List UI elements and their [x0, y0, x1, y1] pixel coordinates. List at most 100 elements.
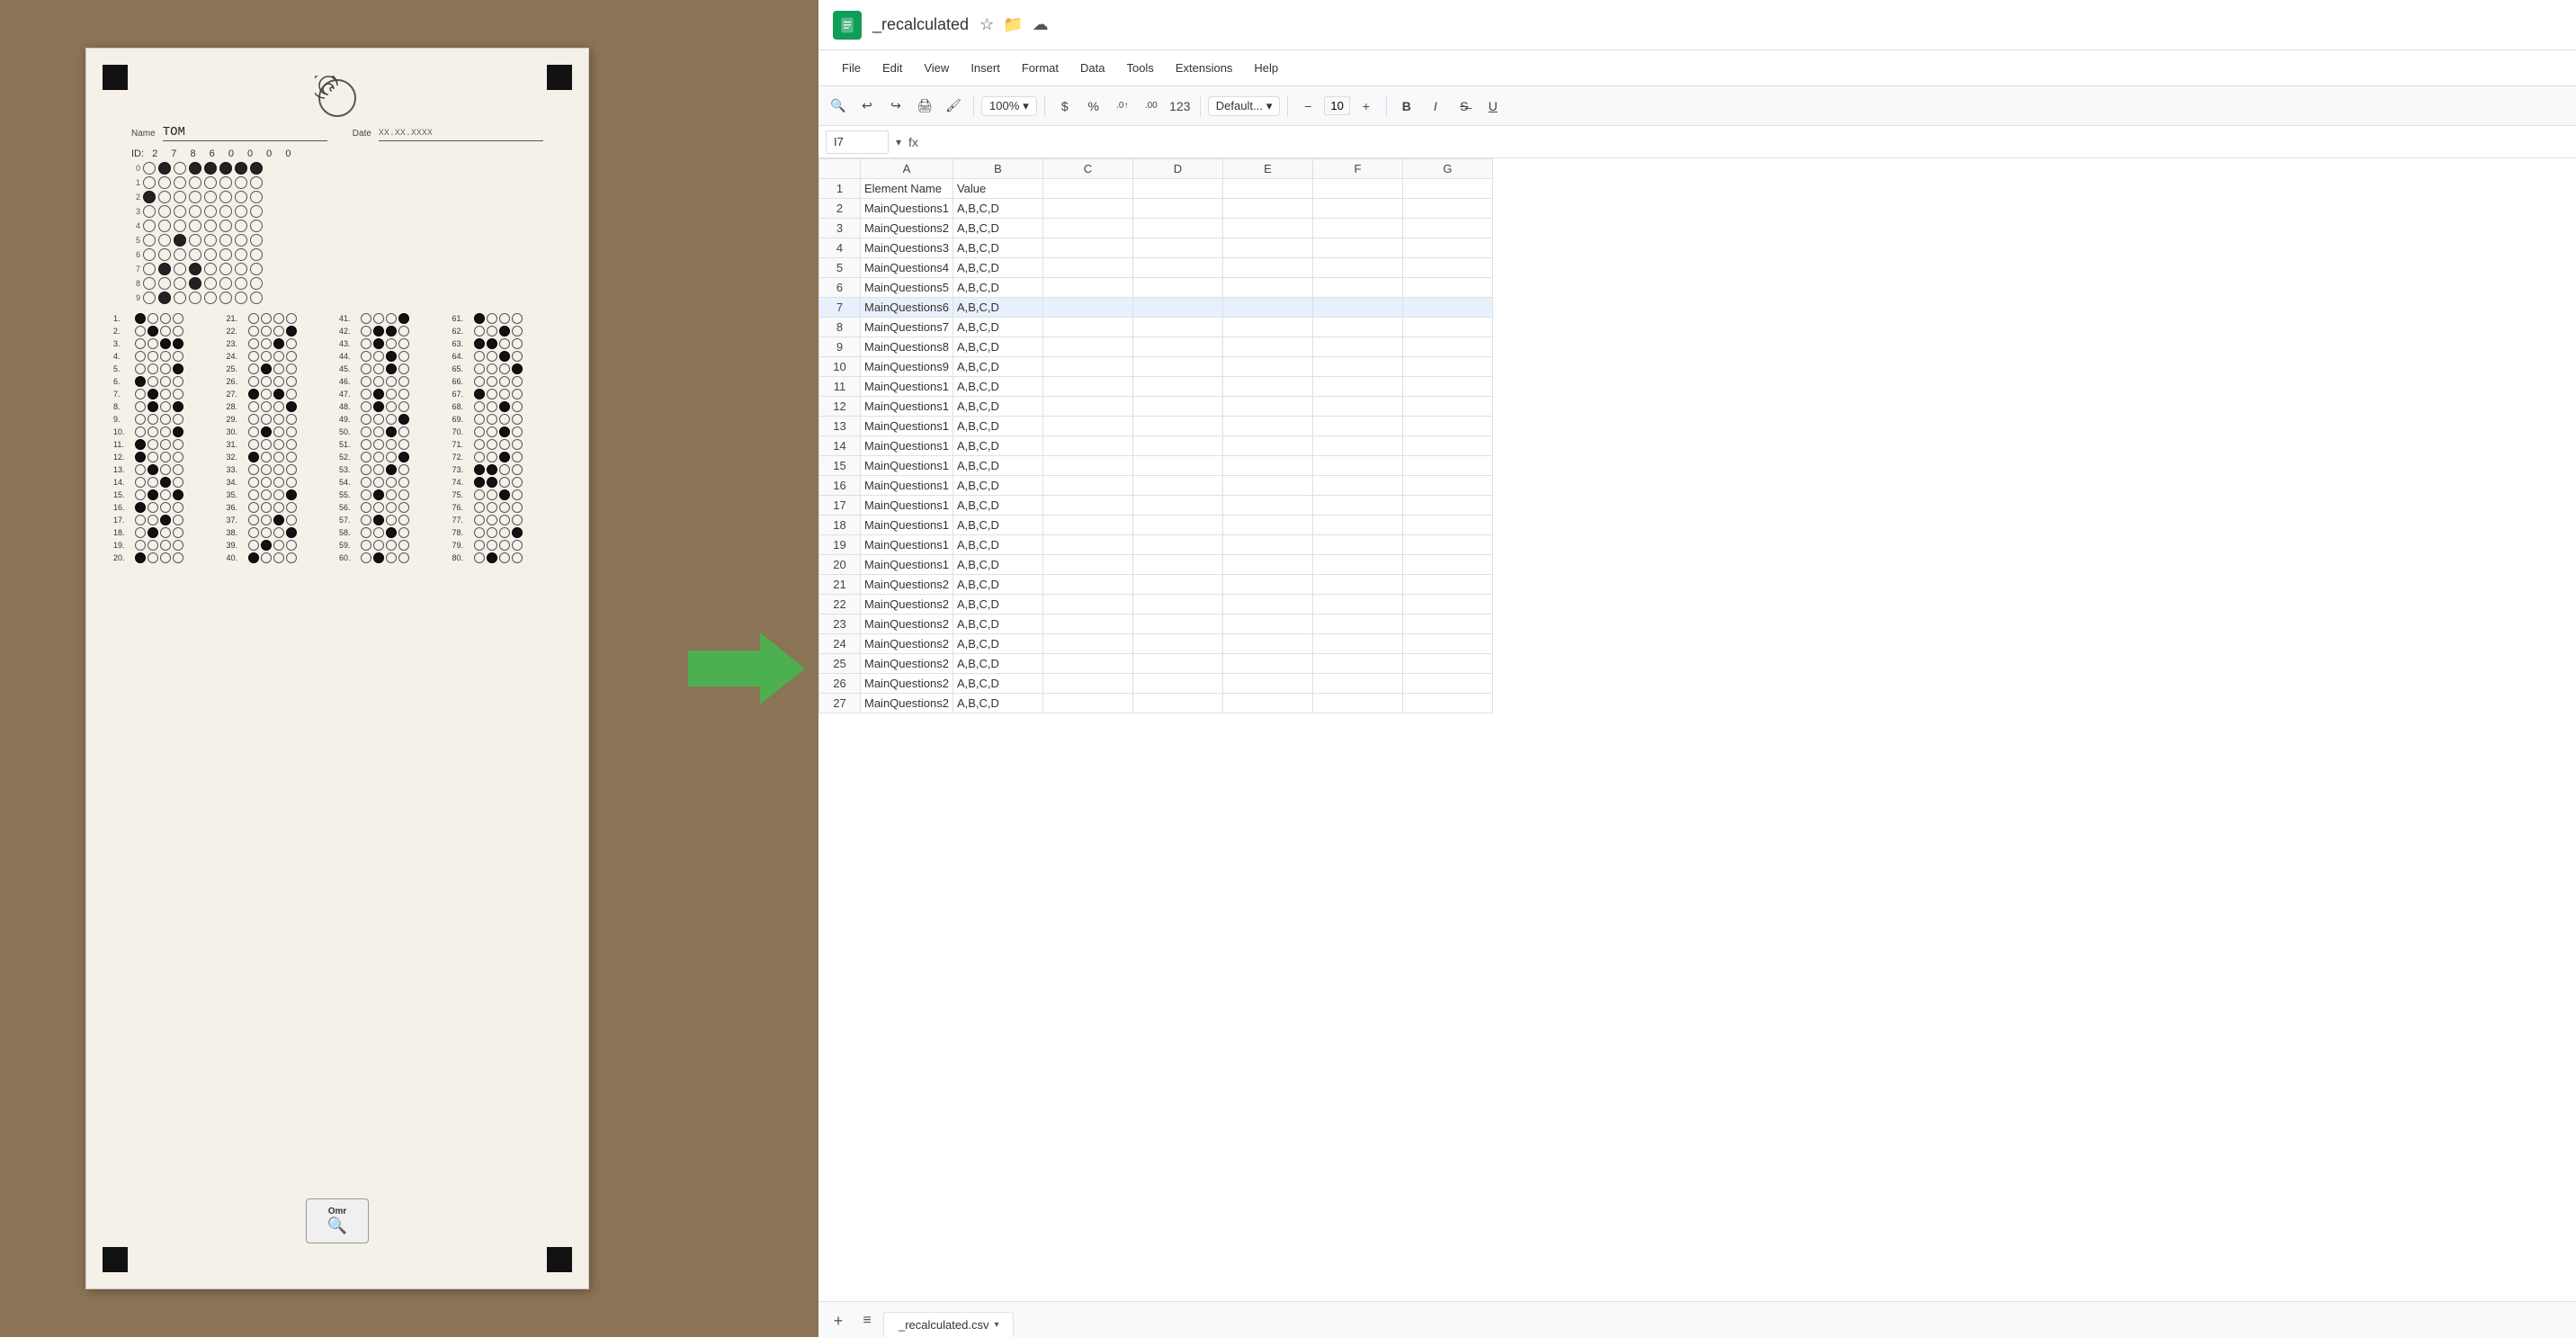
cell-f3[interactable]: [1312, 219, 1402, 238]
cell-d9[interactable]: [1132, 337, 1222, 357]
cloud-icon[interactable]: ☁: [1033, 15, 1049, 34]
cell-a7[interactable]: MainQuestions6: [861, 298, 953, 318]
cell-f6[interactable]: [1312, 278, 1402, 298]
cell-d18[interactable]: [1132, 516, 1222, 535]
cell-d22[interactable]: [1132, 595, 1222, 615]
folder-icon[interactable]: 📁: [1003, 15, 1023, 34]
cell-d1[interactable]: [1132, 179, 1222, 199]
cell-e2[interactable]: [1222, 199, 1312, 219]
cell-a27[interactable]: MainQuestions2: [861, 694, 953, 713]
cell-f9[interactable]: [1312, 337, 1402, 357]
cell-c13[interactable]: [1042, 417, 1132, 436]
row-header[interactable]: 20: [819, 555, 861, 575]
cell-c3[interactable]: [1042, 219, 1132, 238]
cell-e13[interactable]: [1222, 417, 1312, 436]
cell-c18[interactable]: [1042, 516, 1132, 535]
cell-g9[interactable]: [1402, 337, 1492, 357]
cell-e16[interactable]: [1222, 476, 1312, 496]
cell-b20[interactable]: A,B,C,D: [953, 555, 1042, 575]
cell-d6[interactable]: [1132, 278, 1222, 298]
col-header-f[interactable]: F: [1312, 159, 1402, 179]
cell-c6[interactable]: [1042, 278, 1132, 298]
cell-e12[interactable]: [1222, 397, 1312, 417]
cell-c5[interactable]: [1042, 258, 1132, 278]
cell-e27[interactable]: [1222, 694, 1312, 713]
cell-c11[interactable]: [1042, 377, 1132, 397]
cell-g7[interactable]: [1402, 298, 1492, 318]
cell-b24[interactable]: A,B,C,D: [953, 634, 1042, 654]
cell-g24[interactable]: [1402, 634, 1492, 654]
cell-g18[interactable]: [1402, 516, 1492, 535]
col-header-c[interactable]: C: [1042, 159, 1132, 179]
cell-e8[interactable]: [1222, 318, 1312, 337]
cell-f16[interactable]: [1312, 476, 1402, 496]
cell-f23[interactable]: [1312, 615, 1402, 634]
cell-b3[interactable]: A,B,C,D: [953, 219, 1042, 238]
cell-e22[interactable]: [1222, 595, 1312, 615]
cell-c12[interactable]: [1042, 397, 1132, 417]
cell-g20[interactable]: [1402, 555, 1492, 575]
cell-e3[interactable]: [1222, 219, 1312, 238]
cell-g27[interactable]: [1402, 694, 1492, 713]
cell-f17[interactable]: [1312, 496, 1402, 516]
cell-f20[interactable]: [1312, 555, 1402, 575]
row-header[interactable]: 9: [819, 337, 861, 357]
redo-button[interactable]: ↪: [883, 94, 908, 119]
col-header-a[interactable]: A: [861, 159, 953, 179]
cell-d20[interactable]: [1132, 555, 1222, 575]
menu-view[interactable]: View: [915, 58, 958, 78]
cell-d21[interactable]: [1132, 575, 1222, 595]
cell-a4[interactable]: MainQuestions3: [861, 238, 953, 258]
cell-d12[interactable]: [1132, 397, 1222, 417]
sheet-tab-recalculated[interactable]: _recalculated.csv ▾: [883, 1312, 1014, 1337]
cell-c7[interactable]: [1042, 298, 1132, 318]
cell-e7[interactable]: [1222, 298, 1312, 318]
cell-a3[interactable]: MainQuestions2: [861, 219, 953, 238]
cell-d16[interactable]: [1132, 476, 1222, 496]
cell-b14[interactable]: A,B,C,D: [953, 436, 1042, 456]
cell-c20[interactable]: [1042, 555, 1132, 575]
cell-d4[interactable]: [1132, 238, 1222, 258]
font-name-dropdown[interactable]: Default... ▾: [1208, 96, 1281, 116]
cell-a16[interactable]: MainQuestions1: [861, 476, 953, 496]
cell-f15[interactable]: [1312, 456, 1402, 476]
cell-d2[interactable]: [1132, 199, 1222, 219]
cell-d8[interactable]: [1132, 318, 1222, 337]
cell-a20[interactable]: MainQuestions1: [861, 555, 953, 575]
cell-f8[interactable]: [1312, 318, 1402, 337]
cell-d27[interactable]: [1132, 694, 1222, 713]
cell-g1[interactable]: [1402, 179, 1492, 199]
cell-c24[interactable]: [1042, 634, 1132, 654]
cell-f19[interactable]: [1312, 535, 1402, 555]
cell-e20[interactable]: [1222, 555, 1312, 575]
cell-e6[interactable]: [1222, 278, 1312, 298]
row-header[interactable]: 27: [819, 694, 861, 713]
italic-button[interactable]: I: [1423, 94, 1448, 119]
row-header[interactable]: 26: [819, 674, 861, 694]
cell-f26[interactable]: [1312, 674, 1402, 694]
strikethrough-button[interactable]: S̶: [1452, 94, 1477, 119]
cell-b25[interactable]: A,B,C,D: [953, 654, 1042, 674]
cell-g22[interactable]: [1402, 595, 1492, 615]
cell-f4[interactable]: [1312, 238, 1402, 258]
cell-e1[interactable]: [1222, 179, 1312, 199]
cell-e9[interactable]: [1222, 337, 1312, 357]
cell-e14[interactable]: [1222, 436, 1312, 456]
cell-c27[interactable]: [1042, 694, 1132, 713]
format-num-button[interactable]: 123: [1167, 94, 1193, 119]
cell-b22[interactable]: A,B,C,D: [953, 595, 1042, 615]
cell-g21[interactable]: [1402, 575, 1492, 595]
font-size-decrease-button[interactable]: −: [1295, 94, 1320, 119]
cell-f21[interactable]: [1312, 575, 1402, 595]
cell-g19[interactable]: [1402, 535, 1492, 555]
cell-g15[interactable]: [1402, 456, 1492, 476]
row-header[interactable]: 5: [819, 258, 861, 278]
sheet-table-wrapper[interactable]: A B C D E F G 1Element NameValue2MainQue…: [818, 158, 2576, 1301]
menu-file[interactable]: File: [833, 58, 870, 78]
font-size-increase-button[interactable]: +: [1354, 94, 1379, 119]
menu-tools[interactable]: Tools: [1117, 58, 1162, 78]
cell-g13[interactable]: [1402, 417, 1492, 436]
cell-a22[interactable]: MainQuestions2: [861, 595, 953, 615]
cell-a1[interactable]: Element Name: [861, 179, 953, 199]
cell-d5[interactable]: [1132, 258, 1222, 278]
